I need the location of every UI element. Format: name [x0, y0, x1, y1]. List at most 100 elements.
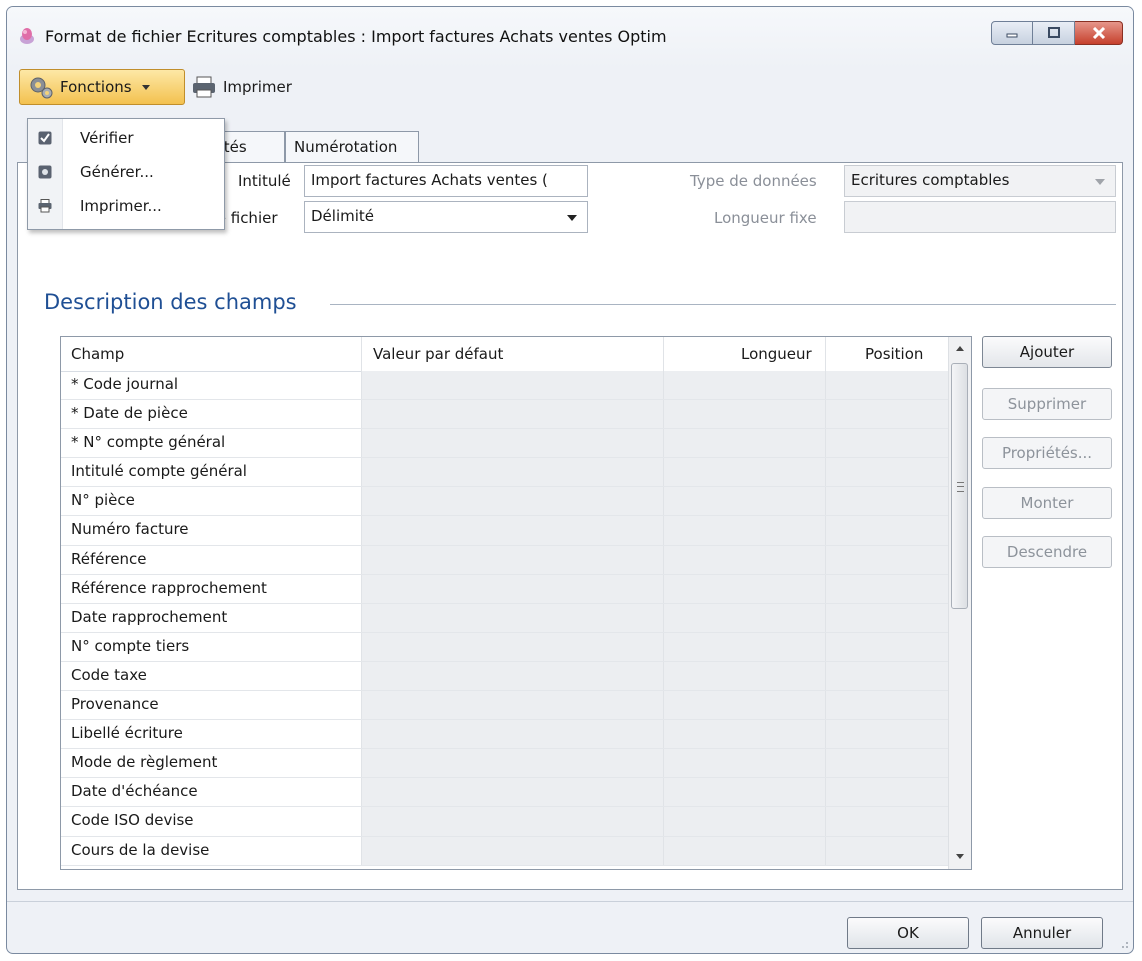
- cell-longueur[interactable]: [663, 400, 826, 429]
- table-row[interactable]: N° pièce: [61, 487, 950, 517]
- monter-button[interactable]: Monter: [982, 487, 1112, 519]
- cell-valeur[interactable]: [361, 778, 664, 807]
- scrollbar-thumb[interactable]: [951, 363, 968, 609]
- cell-position[interactable]: [825, 574, 950, 603]
- cell-valeur[interactable]: [361, 516, 664, 545]
- cell-position[interactable]: [825, 749, 950, 778]
- table-row[interactable]: N° compte tiers: [61, 632, 950, 662]
- cell-position[interactable]: [825, 661, 950, 691]
- table-row[interactable]: Provenance: [61, 691, 950, 721]
- type-donnees-select[interactable]: Ecritures comptables: [844, 165, 1116, 197]
- cell-longueur[interactable]: [663, 429, 826, 458]
- cell-valeur[interactable]: [361, 487, 664, 516]
- cell-longueur[interactable]: [663, 691, 826, 720]
- cell-position[interactable]: [825, 487, 950, 516]
- ok-button[interactable]: OK: [847, 917, 969, 949]
- cell-valeur[interactable]: [361, 661, 664, 691]
- menu-item-verifier[interactable]: Vérifier: [28, 125, 224, 153]
- table-row[interactable]: Référence rapprochement: [61, 574, 950, 604]
- supprimer-button[interactable]: Supprimer: [982, 388, 1112, 420]
- cell-valeur[interactable]: [361, 400, 664, 429]
- cell-position[interactable]: [825, 836, 950, 865]
- cell-valeur[interactable]: [361, 691, 664, 720]
- cell-valeur[interactable]: [361, 807, 664, 836]
- cell-valeur[interactable]: [361, 545, 664, 574]
- resize-grip-icon[interactable]: [1119, 939, 1129, 949]
- ajouter-button[interactable]: Ajouter: [982, 336, 1112, 368]
- cell-longueur[interactable]: [663, 516, 826, 545]
- cell-longueur[interactable]: [663, 661, 826, 691]
- table-row[interactable]: Référence: [61, 545, 950, 575]
- cell-longueur[interactable]: [663, 603, 826, 632]
- cell-valeur[interactable]: [361, 836, 664, 865]
- scroll-down-arrow-icon[interactable]: [956, 854, 964, 859]
- annuler-button[interactable]: Annuler: [981, 917, 1103, 949]
- cell-valeur[interactable]: [361, 720, 664, 749]
- cell-longueur[interactable]: [663, 720, 826, 749]
- table-row[interactable]: Intitulé compte général: [61, 458, 950, 488]
- cell-valeur[interactable]: [361, 574, 664, 603]
- fields-table[interactable]: Champ Valeur par défaut Longueur Positio…: [60, 336, 972, 870]
- cell-longueur[interactable]: [663, 574, 826, 603]
- cell-position[interactable]: [825, 691, 950, 720]
- cell-position[interactable]: [825, 632, 950, 661]
- cell-longueur[interactable]: [663, 836, 826, 865]
- table-row[interactable]: Libellé écriture: [61, 720, 950, 750]
- cell-longueur[interactable]: [663, 807, 826, 836]
- vertical-scrollbar[interactable]: [948, 337, 971, 869]
- menu-item-imprimer[interactable]: Imprimer...: [28, 193, 224, 221]
- table-row[interactable]: Numéro facture: [61, 516, 950, 546]
- table-row[interactable]: * N° compte général: [61, 429, 950, 459]
- cell-valeur[interactable]: [361, 371, 664, 400]
- cell-valeur[interactable]: [361, 429, 664, 458]
- table-row[interactable]: Code taxe: [61, 661, 950, 692]
- table-row[interactable]: * Date de pièce: [61, 400, 950, 430]
- type-fichier-select[interactable]: Délimité: [304, 201, 588, 233]
- tab-numerotation[interactable]: Numérotation: [285, 131, 419, 163]
- table-row[interactable]: Cours de la devise: [61, 836, 950, 866]
- cell-valeur[interactable]: [361, 749, 664, 778]
- cell-longueur[interactable]: [663, 632, 826, 661]
- cell-position[interactable]: [825, 720, 950, 749]
- imprimer-toolbar-button[interactable]: Imprimer: [191, 75, 292, 99]
- cell-position[interactable]: [825, 429, 950, 458]
- cell-longueur[interactable]: [663, 778, 826, 807]
- cell-position[interactable]: [825, 603, 950, 632]
- cell-longueur[interactable]: [663, 458, 826, 487]
- cell-position[interactable]: [825, 778, 950, 807]
- table-row[interactable]: Code ISO devise: [61, 807, 950, 837]
- cell-position[interactable]: [825, 545, 950, 574]
- proprietes-button[interactable]: Propriétés...: [982, 437, 1112, 469]
- menu-item-label: Vérifier: [80, 129, 134, 147]
- cell-position[interactable]: [825, 807, 950, 836]
- cell-position[interactable]: [825, 458, 950, 487]
- cell-longueur[interactable]: [663, 749, 826, 778]
- cell-valeur[interactable]: [361, 458, 664, 487]
- fonctions-menu-button[interactable]: Fonctions: [19, 69, 185, 105]
- cell-longueur[interactable]: [663, 545, 826, 574]
- intitule-field[interactable]: Import factures Achats ventes (: [304, 165, 588, 197]
- cell-longueur[interactable]: [663, 371, 826, 400]
- table-row[interactable]: * Code journal: [61, 371, 950, 401]
- minimize-button[interactable]: [991, 21, 1033, 45]
- column-header-champ[interactable]: Champ: [71, 345, 124, 363]
- column-header-valeur[interactable]: Valeur par défaut: [373, 345, 503, 363]
- longueur-fixe-field[interactable]: [844, 201, 1116, 233]
- maximize-button[interactable]: [1033, 21, 1075, 45]
- table-row[interactable]: Date rapprochement: [61, 603, 950, 633]
- table-row[interactable]: Mode de règlement: [61, 749, 950, 779]
- close-button[interactable]: [1075, 21, 1123, 45]
- cell-position[interactable]: [825, 516, 950, 545]
- column-header-position[interactable]: Position: [865, 345, 923, 363]
- cell-position[interactable]: [825, 400, 950, 429]
- column-header-longueur[interactable]: Longueur: [741, 345, 812, 363]
- descendre-button[interactable]: Descendre: [982, 536, 1112, 568]
- menu-item-generer[interactable]: Générer...: [28, 159, 224, 187]
- cell-position[interactable]: [825, 371, 950, 400]
- table-header: Champ Valeur par défaut Longueur Positio…: [61, 337, 949, 372]
- table-row[interactable]: Date d'échéance: [61, 778, 950, 808]
- cell-valeur[interactable]: [361, 603, 664, 632]
- cell-longueur[interactable]: [663, 487, 826, 516]
- cell-valeur[interactable]: [361, 632, 664, 661]
- scroll-up-arrow-icon[interactable]: [956, 346, 964, 351]
